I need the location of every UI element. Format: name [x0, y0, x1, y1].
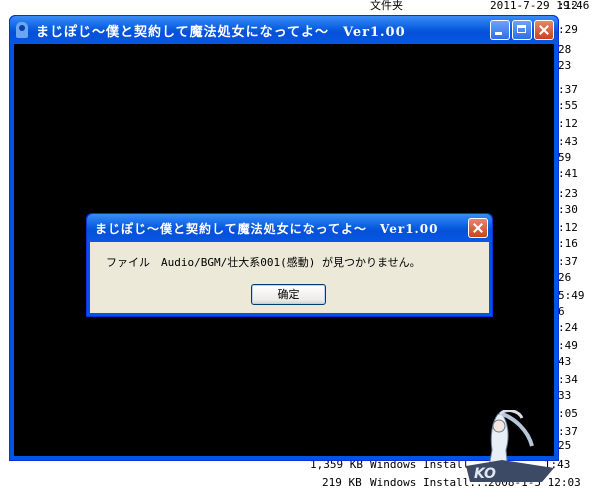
explorer-time-cell: :37 — [558, 83, 578, 96]
dialog-close-button[interactable] — [468, 218, 488, 238]
explorer-time-cell: 5:49 — [558, 289, 585, 302]
explorer-time-cell: :29 — [558, 23, 578, 36]
explorer-time-cell: 26 — [558, 271, 572, 284]
explorer-time-cell: :12 — [558, 221, 578, 234]
explorer-time-cell: :12 — [558, 0, 578, 12]
file-size: 219 KB — [322, 476, 362, 489]
dialog-title: まじぽじ〜僕と契約して魔法処女になってよ〜 Ver1.00 — [95, 222, 439, 236]
explorer-time-cell: 43 — [558, 355, 572, 368]
game-window-title: まじぽじ〜僕と契約して魔法処女になってよ〜 Ver1.00 — [36, 25, 406, 40]
explorer-time-cell: :30 — [558, 203, 578, 216]
explorer-time-cell: :41 — [558, 167, 578, 180]
ok-button[interactable]: 确定 — [251, 284, 326, 305]
watermark-logo: KO — [462, 409, 562, 484]
close-button[interactable] — [534, 20, 554, 40]
dialog-titlebar[interactable]: まじぽじ〜僕と契約して魔法処女になってよ〜 Ver1.00 — [87, 214, 492, 242]
explorer-time-cell: :24 — [558, 321, 578, 334]
explorer-time-cell: :23 — [558, 187, 578, 200]
maximize-button[interactable] — [512, 20, 532, 40]
app-icon[interactable] — [16, 22, 28, 38]
dialog-message: ファイル Audio/BGM/壮大系001(感動) が見つかりません。 — [106, 256, 421, 269]
explorer-time-cell: :37 — [558, 255, 578, 268]
error-dialog: まじぽじ〜僕と契約して魔法処女になってよ〜 Ver1.00 ファイル Audio… — [86, 213, 493, 317]
game-window-titlebar[interactable]: まじぽじ〜僕と契約して魔法処女になってよ〜 Ver1.00 — [10, 16, 558, 44]
explorer-time-cell: 28 — [558, 43, 572, 56]
explorer-time-cell: :16 — [558, 237, 578, 250]
explorer-time-cell: :43 — [558, 135, 578, 148]
dialog-body: ファイル Audio/BGM/壮大系001(感動) が見つかりません。 确定 — [90, 242, 489, 313]
explorer-time-cell: :34 — [558, 373, 578, 386]
explorer-time-cell: :12 — [558, 117, 578, 130]
explorer-time-cell: :49 — [558, 339, 578, 352]
minimize-button[interactable] — [490, 20, 510, 40]
watermark-brand-text: KO — [474, 466, 496, 482]
column-header-folder: 文件夹 — [370, 0, 403, 12]
explorer-time-cell: 59 — [558, 151, 572, 164]
explorer-time-cell: 33 — [558, 389, 572, 402]
explorer-time-cell: :55 — [558, 99, 578, 112]
explorer-time-cell: 23 — [558, 59, 572, 72]
